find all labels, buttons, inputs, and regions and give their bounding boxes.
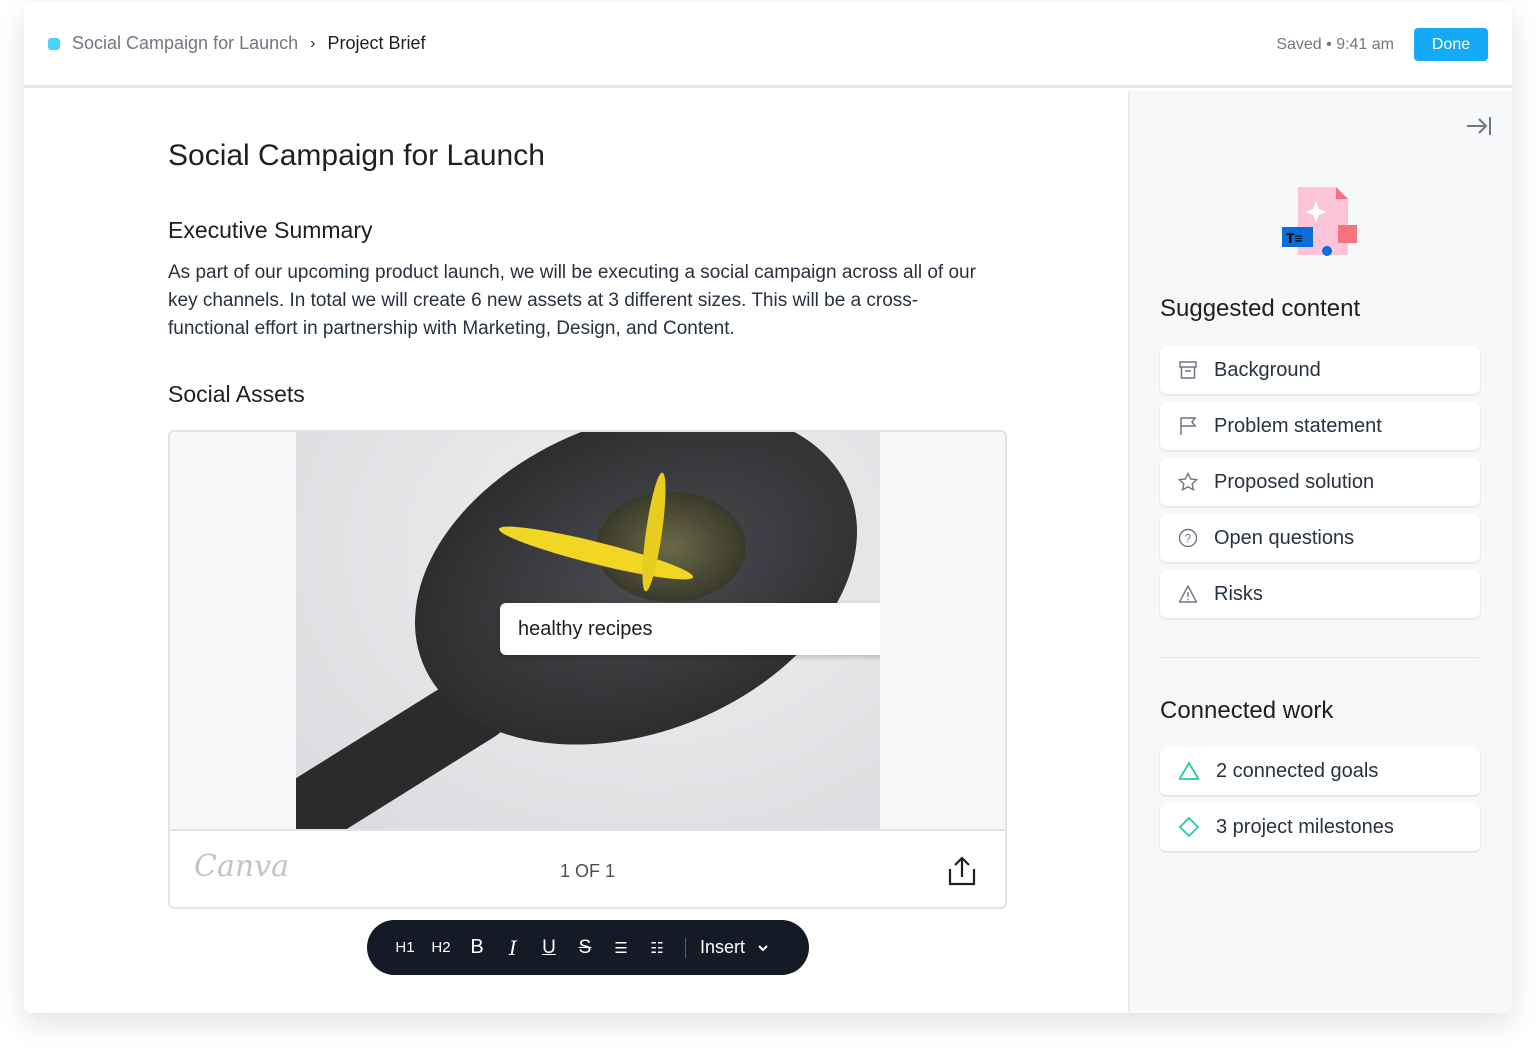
suggested-item-problem-statement[interactable]: Problem statement — [1160, 402, 1480, 450]
bulleted-list-icon[interactable]: ☰ — [603, 939, 639, 957]
header: Social Campaign for Launch › Project Bri… — [24, 2, 1512, 88]
item-label: Proposed solution — [1214, 470, 1375, 493]
svg-text:?: ? — [1185, 532, 1192, 546]
section-body[interactable]: As part of our upcoming product launch, … — [168, 259, 998, 343]
item-label: Problem statement — [1214, 414, 1382, 437]
breadcrumb-current: Project Brief — [327, 33, 426, 53]
svg-text:T≡: T≡ — [1286, 230, 1303, 246]
item-label: Risks — [1214, 582, 1263, 605]
insert-label: Insert — [700, 937, 746, 957]
sidebar: T≡ Suggested content Background Problem … — [1128, 91, 1512, 1013]
formatting-toolbar: H1 H2 B I U S ☰ ☷ Insert — [367, 920, 809, 975]
strikethrough-button[interactable]: S — [567, 937, 603, 959]
item-label: Background — [1214, 358, 1321, 381]
suggested-item-open-questions[interactable]: ? Open questions — [1160, 514, 1480, 562]
item-label: Open questions — [1214, 526, 1355, 549]
star-icon — [1178, 472, 1198, 492]
numbered-list-icon[interactable]: ☷ — [639, 939, 675, 957]
item-label: 3 project milestones — [1216, 815, 1394, 838]
section-heading[interactable]: Executive Summary — [168, 217, 373, 244]
food-photo: healthy recipes — [296, 432, 880, 829]
toolbar-divider — [685, 937, 686, 958]
insert-dropdown[interactable]: Insert — [700, 937, 769, 958]
heading2-button[interactable]: H2 — [423, 939, 459, 956]
breadcrumb-chevron-icon: › — [310, 34, 316, 52]
question-icon: ? — [1178, 528, 1198, 548]
goal-triangle-icon — [1178, 762, 1200, 780]
project-color-icon — [48, 37, 60, 50]
suggested-item-background[interactable]: Background — [1160, 346, 1480, 394]
chevron-down-icon — [758, 944, 768, 951]
suggested-item-proposed-solution[interactable]: Proposed solution — [1160, 458, 1480, 506]
section-heading[interactable]: Social Assets — [168, 381, 305, 408]
milestone-diamond-icon — [1179, 817, 1199, 837]
project-brief-window: Social Campaign for Launch › Project Bri… — [24, 2, 1512, 1013]
document-title[interactable]: Social Campaign for Launch — [168, 139, 545, 173]
document-editor[interactable]: Social Campaign for Launch Executive Sum… — [24, 91, 1128, 1013]
page-indicator: 1 OF 1 — [559, 861, 616, 881]
project-milestones-item[interactable]: 3 project milestones — [1160, 803, 1480, 851]
item-label: 2 connected goals — [1216, 759, 1379, 782]
suggested-content-title: Suggested content — [1160, 295, 1361, 322]
done-button[interactable]: Done — [1414, 28, 1488, 61]
suggested-item-risks[interactable]: Risks — [1160, 570, 1480, 618]
collapse-panel-icon[interactable] — [1466, 115, 1492, 137]
sidebar-divider — [1160, 657, 1478, 658]
connected-goals-item[interactable]: 2 connected goals — [1160, 747, 1480, 795]
archive-icon — [1179, 361, 1197, 379]
canva-embed: healthy recipes Canva 1 OF 1 — [168, 430, 1007, 909]
bold-button[interactable]: B — [459, 936, 495, 959]
flag-icon — [1180, 417, 1197, 435]
document-illustration-icon: T≡ — [1282, 187, 1357, 256]
warning-icon — [1178, 585, 1198, 603]
breadcrumb-parent[interactable]: Social Campaign for Launch — [72, 33, 298, 54]
underline-button[interactable]: U — [531, 937, 567, 959]
search-value: healthy recipes — [518, 617, 653, 640]
italic-button[interactable]: I — [495, 936, 531, 960]
heading1-button[interactable]: H1 — [387, 939, 423, 956]
connected-work-title: Connected work — [1160, 697, 1334, 724]
share-icon[interactable] — [947, 855, 977, 887]
embed-footer: Canva 1 OF 1 — [170, 829, 1005, 907]
saved-status: Saved • 9:41 am — [1276, 36, 1394, 53]
search-input[interactable]: healthy recipes — [500, 603, 880, 655]
